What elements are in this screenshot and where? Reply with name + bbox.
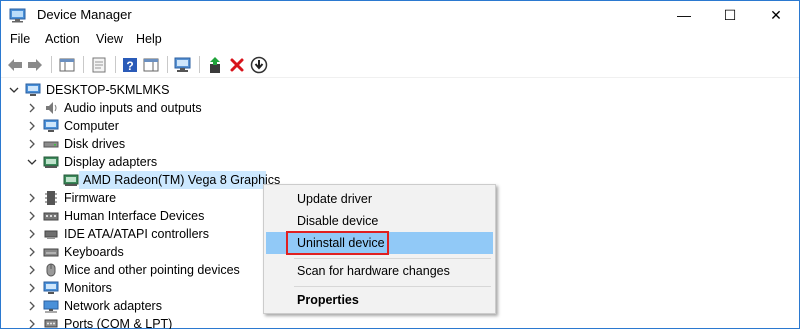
firmware-icon: [43, 190, 59, 206]
tree-item-label: Ports (COM & LPT): [64, 317, 173, 329]
show-hide-console-tree-icon[interactable]: [57, 55, 77, 74]
tree-item-label: Network adapters: [64, 299, 162, 313]
tree-item[interactable]: Display adapters: [1, 153, 791, 171]
menu-file[interactable]: File: [10, 32, 30, 46]
device-manager-app-icon: [9, 7, 27, 23]
tree-item-label: Keyboards: [64, 245, 124, 259]
context-item-properties[interactable]: Properties: [266, 289, 493, 311]
highlight-annotation-box: [286, 231, 389, 255]
tree-item[interactable]: Audio inputs and outputs: [1, 99, 791, 117]
toolbar-separator: [167, 56, 168, 73]
menu-help[interactable]: Help: [136, 32, 162, 46]
mouse-icon: [43, 262, 59, 278]
toolbar-separator: [115, 56, 116, 73]
title-bar[interactable]: Device Manager — ☐ ✕: [1, 1, 799, 29]
forward-arrow-icon[interactable]: [25, 55, 45, 74]
speaker-icon: [43, 100, 59, 116]
ide-controller-icon: [43, 226, 59, 242]
disable-device-icon[interactable]: [249, 55, 269, 74]
tree-item-label: Disk drives: [64, 137, 126, 151]
tree-item-label: Human Interface Devices: [64, 209, 205, 223]
context-item-update-driver[interactable]: Update driver: [266, 188, 493, 210]
disk-drive-icon: [43, 136, 59, 152]
chevron-right-icon[interactable]: [27, 210, 37, 222]
tree-item-label: Firmware: [64, 191, 117, 205]
svg-text:?: ?: [126, 59, 133, 73]
tree-item[interactable]: Disk drives: [1, 135, 791, 153]
computer-icon: [25, 82, 41, 98]
minimize-button[interactable]: —: [661, 1, 707, 29]
tree-item-label: Audio inputs and outputs: [64, 101, 202, 115]
chevron-right-icon[interactable]: [27, 282, 37, 294]
context-item-scan-hardware[interactable]: Scan for hardware changes: [266, 260, 493, 282]
back-arrow-icon[interactable]: [5, 55, 25, 74]
tree-item-label: IDE ATA/ATAPI controllers: [64, 227, 209, 241]
help-icon[interactable]: ?: [120, 55, 140, 74]
menu-bar: File Action View Help: [1, 29, 799, 51]
chevron-right-icon[interactable]: [27, 102, 37, 114]
action-pane-icon[interactable]: [141, 55, 161, 74]
computer-icon: [43, 118, 59, 134]
tree-item-label: Monitors: [64, 281, 112, 295]
context-item-label: Disable device: [297, 214, 379, 228]
network-adapter-icon: [43, 298, 59, 314]
tree-item[interactable]: Computer: [1, 117, 791, 135]
toolbar-separator: [83, 56, 84, 73]
context-item-label: Update driver: [297, 192, 373, 206]
chevron-right-icon[interactable]: [27, 246, 37, 258]
device-manager-window: Device Manager — ☐ ✕ File Action View He…: [0, 0, 800, 329]
window-title: Device Manager: [37, 7, 132, 22]
tree-root[interactable]: DESKTOP-5KMLMKS: [1, 81, 791, 99]
chevron-right-icon[interactable]: [27, 318, 37, 329]
toolbar-separator: [199, 56, 200, 73]
context-item-label: Scan for hardware changes: [297, 264, 450, 278]
context-menu-separator: [294, 258, 491, 259]
keyboard-icon: [43, 244, 59, 260]
hid-icon: [43, 208, 59, 224]
maximize-button[interactable]: ☐: [707, 1, 753, 29]
properties-icon[interactable]: [89, 55, 109, 74]
display-adapter-icon: [43, 154, 59, 170]
context-menu-separator: [294, 286, 491, 287]
chevron-right-icon[interactable]: [27, 192, 37, 204]
menu-action[interactable]: Action: [45, 32, 80, 46]
chevron-right-icon[interactable]: [27, 300, 37, 312]
close-button[interactable]: ✕: [753, 1, 799, 29]
chevron-right-icon[interactable]: [27, 264, 37, 276]
chevron-right-icon[interactable]: [27, 120, 37, 132]
toolbar-separator: [51, 56, 52, 73]
tree-item-label: AMD Radeon(TM) Vega 8 Graphics: [83, 173, 281, 187]
context-item-disable-device[interactable]: Disable device: [266, 210, 493, 232]
tree-item-label: Computer: [64, 119, 119, 133]
monitor-icon: [43, 280, 59, 296]
chevron-right-icon[interactable]: [27, 228, 37, 240]
port-icon: [43, 316, 59, 329]
update-driver-icon[interactable]: [205, 55, 225, 74]
tree-root-label: DESKTOP-5KMLMKS: [46, 83, 170, 97]
menu-view[interactable]: View: [96, 32, 123, 46]
chevron-down-icon[interactable]: [9, 84, 19, 96]
chevron-right-icon[interactable]: [27, 138, 37, 150]
uninstall-device-icon[interactable]: [227, 55, 247, 74]
scan-hardware-icon[interactable]: [173, 55, 193, 74]
display-adapter-icon: [63, 172, 79, 188]
tree-item-label: Mice and other pointing devices: [64, 263, 240, 277]
tree-item-label: Display adapters: [64, 155, 158, 169]
chevron-down-icon[interactable]: [27, 156, 37, 168]
context-item-label: Properties: [297, 293, 359, 307]
toolbar: ?: [1, 51, 799, 78]
tree-item[interactable]: Ports (COM & LPT): [1, 315, 791, 329]
